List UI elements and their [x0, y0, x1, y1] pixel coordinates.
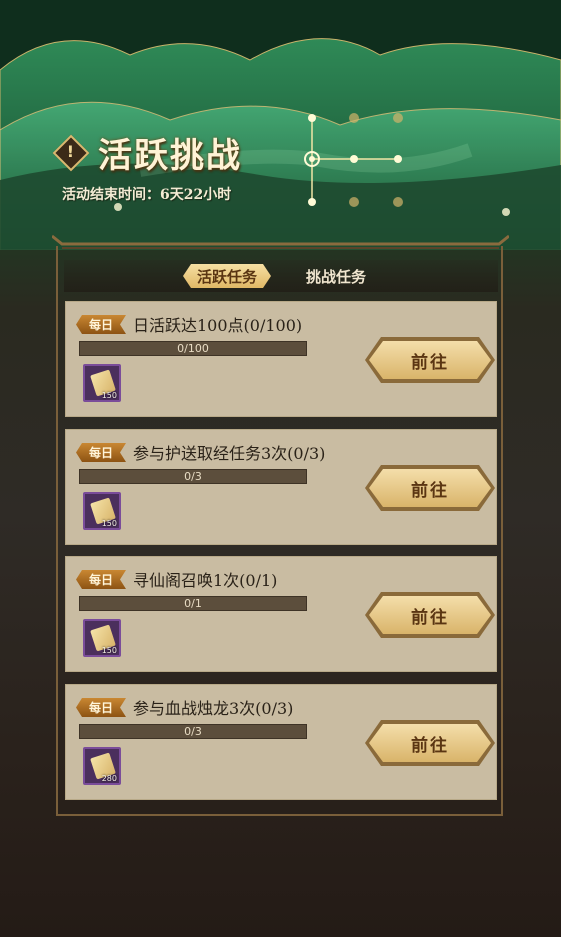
header-banner — [0, 0, 561, 250]
reward-count: 280 — [101, 774, 117, 783]
task-card: 每日 寻仙阁召唤1次(0/1) 0/1 150 前往 — [65, 556, 497, 672]
task-card: 每日 参与血战烛龙3次(0/3) 0/3 280 前往 — [65, 684, 497, 800]
progress-bar: 0/100 — [79, 341, 307, 356]
task-card: 每日 参与护送取经任务3次(0/3) 0/3 150 前往 — [65, 429, 497, 545]
daily-badge: 每日 — [76, 570, 126, 589]
tab-active-tasks[interactable]: 活跃任务 — [183, 264, 271, 288]
tab-challenge-tasks[interactable]: 挑战任务 — [292, 264, 380, 288]
progress-text: 0/100 — [177, 342, 209, 355]
progress-bar: 0/3 — [79, 724, 307, 739]
mountain-landscape-art — [0, 0, 561, 250]
reward-count: 150 — [101, 646, 117, 655]
tab-bar — [64, 260, 498, 292]
progress-bar: 0/3 — [79, 469, 307, 484]
page-title: 活跃挑战 — [98, 136, 242, 176]
task-title: 日活跃达100点(0/100) — [133, 316, 303, 335]
event-end-time: 活动结束时间：6天22小时 — [62, 187, 232, 203]
progress-text: 0/3 — [184, 725, 202, 738]
go-button[interactable]: 前往 — [369, 341, 491, 379]
go-button[interactable]: 前往 — [369, 724, 491, 762]
progress-text: 0/1 — [184, 597, 202, 610]
task-title: 参与血战烛龙3次(0/3) — [133, 699, 294, 718]
title-group: ! 活跃挑战 — [52, 128, 242, 177]
task-title: 寻仙阁召唤1次(0/1) — [133, 571, 278, 590]
reward-count: 150 — [101, 519, 117, 528]
go-button[interactable]: 前往 — [369, 469, 491, 507]
reward-item[interactable]: 150 — [83, 492, 121, 530]
task-title: 参与护送取经任务3次(0/3) — [133, 444, 326, 463]
reward-item[interactable]: 150 — [83, 619, 121, 657]
progress-bar: 0/1 — [79, 596, 307, 611]
daily-badge: 每日 — [76, 698, 126, 717]
daily-badge: 每日 — [76, 315, 126, 334]
reward-count: 150 — [101, 391, 117, 400]
reward-item[interactable]: 150 — [83, 364, 121, 402]
daily-badge: 每日 — [76, 443, 126, 462]
alert-diamond-icon: ! — [52, 134, 90, 171]
go-button[interactable]: 前往 — [369, 596, 491, 634]
reward-item[interactable]: 280 — [83, 747, 121, 785]
task-card: 每日 日活跃达100点(0/100) 0/100 150 前往 — [65, 301, 497, 417]
progress-text: 0/3 — [184, 470, 202, 483]
